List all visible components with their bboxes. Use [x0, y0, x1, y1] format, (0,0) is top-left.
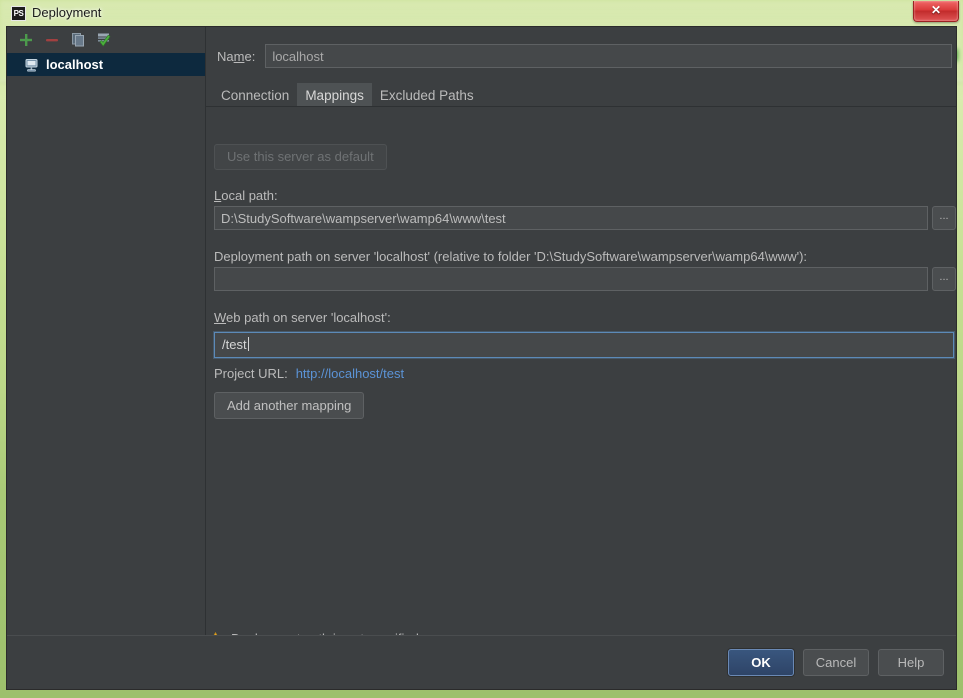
text-caret	[247, 337, 249, 351]
add-server-button[interactable]	[17, 31, 35, 49]
deployment-path-label-text: Deployment path on server 'localhost' (r…	[214, 249, 808, 264]
name-row: Name:	[217, 44, 952, 68]
deployment-dialog: localhost Name: Connection Mappings Excl…	[6, 26, 957, 690]
servers-list: localhost	[7, 53, 205, 635]
deployment-path-label: Deployment path on server 'localhost' (r…	[214, 249, 807, 264]
phpstorm-app-icon: PS	[11, 6, 26, 21]
local-path-browse-button[interactable]: ...	[932, 206, 956, 230]
project-url-link[interactable]: http://localhost/test	[296, 366, 404, 381]
name-input[interactable]	[265, 44, 952, 68]
add-another-mapping-button[interactable]: Add another mapping	[214, 392, 365, 419]
deployment-window: PS Deployment ✕ localhost Name: localhos…	[0, 0, 963, 698]
web-path-input[interactable]: /test	[214, 332, 954, 358]
help-button[interactable]: Help	[878, 649, 944, 676]
deployment-path-input[interactable]	[214, 267, 928, 291]
window-title-bar[interactable]: PS Deployment	[0, 0, 963, 26]
server-list-item-label: localhost	[46, 57, 104, 72]
window-title: Deployment	[32, 5, 102, 20]
dialog-action-buttons: OK Cancel Help	[728, 649, 944, 676]
web-path-value: /test	[222, 337, 249, 352]
ok-button[interactable]: OK	[728, 649, 794, 676]
server-list-item-localhost[interactable]: localhost	[7, 53, 205, 76]
close-window-button[interactable]	[913, 1, 959, 22]
tab-connection[interactable]: Connection	[213, 83, 297, 106]
tab-mappings[interactable]: Mappings	[297, 83, 372, 106]
tab-excluded-paths[interactable]: Excluded Paths	[372, 83, 482, 106]
use-this-server-as-default-button[interactable]: Use this server as default	[214, 144, 387, 170]
mappings-tab-pane: Use this server as default Local path: .…	[206, 107, 956, 635]
name-label: Name:	[217, 48, 256, 64]
project-url-row: Project URL: http://localhost/test	[214, 366, 404, 381]
local-path-label: Local path:	[214, 188, 278, 203]
dialog-content-area: localhost Name: Connection Mappings Excl…	[7, 27, 956, 646]
deployment-path-browse-button[interactable]: ...	[932, 267, 956, 291]
settings-tabs: Connection Mappings Excluded Paths	[213, 81, 953, 106]
servers-toolbar	[7, 27, 205, 53]
project-url-label: Project URL:	[214, 366, 288, 381]
servers-sidebar: localhost	[7, 27, 206, 635]
cancel-button[interactable]: Cancel	[803, 649, 869, 676]
local-path-input[interactable]	[214, 206, 928, 230]
dialog-footer: OK Cancel Help	[7, 635, 956, 689]
server-icon	[25, 58, 38, 72]
remove-server-button[interactable]	[43, 31, 61, 49]
web-path-label: Web path on server 'localhost':	[214, 310, 391, 325]
copy-server-button[interactable]	[69, 31, 87, 49]
set-default-server-button[interactable]	[95, 31, 113, 49]
server-settings-panel: Name: Connection Mappings Excluded Paths…	[206, 27, 956, 635]
